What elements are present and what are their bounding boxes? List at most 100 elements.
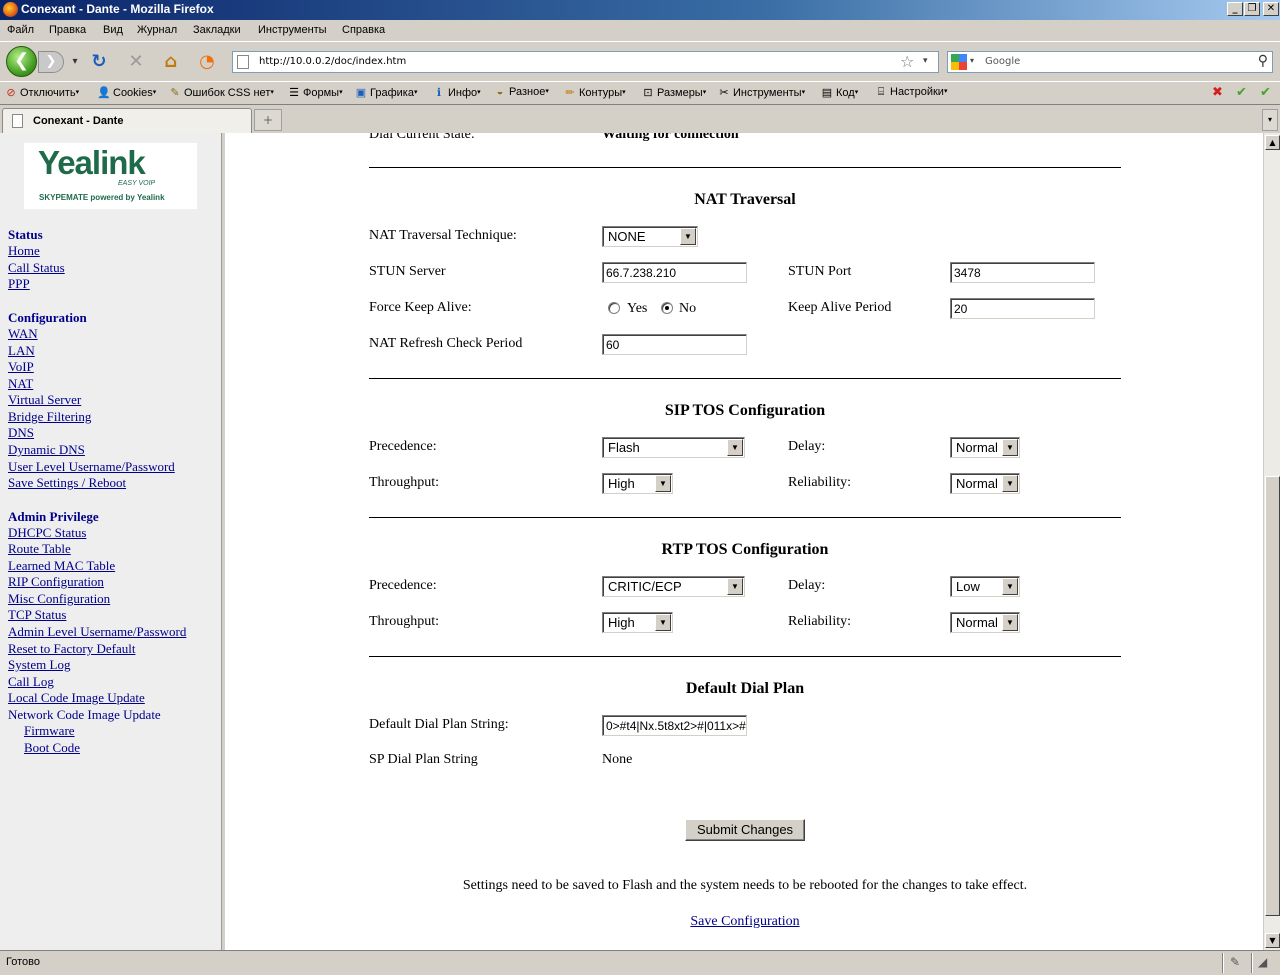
sip-delay-select[interactable]: Normal ▼: [950, 437, 1020, 458]
sip-throughput-select[interactable]: High ▼: [602, 473, 673, 494]
sidebar-link-misc-configuration[interactable]: Misc Configuration: [8, 591, 110, 607]
errors-icon[interactable]: ✖: [1212, 85, 1223, 100]
sidebar-link-route-table[interactable]: Route Table: [8, 541, 71, 557]
devbar-outline[interactable]: ✏ Контуры▾: [563, 86, 625, 99]
sip-precedence-select[interactable]: Flash ▼: [602, 437, 745, 458]
css-valid-icon[interactable]: ✔: [1236, 85, 1247, 100]
sidebar-link-save-reboot[interactable]: Save Settings / Reboot: [8, 475, 126, 491]
address-bar[interactable]: http://10.0.0.2/doc/index.htm ☆ ▾: [232, 51, 939, 73]
devbar-options[interactable]: ⌸ Настройки▾: [874, 86, 948, 99]
devbar-info[interactable]: ℹ Инфо▾: [432, 86, 481, 99]
sidebar-link-dhcpc-status[interactable]: DHCPC Status: [8, 525, 86, 541]
sidebar-link-user-password[interactable]: User Level Username/Password: [8, 459, 175, 475]
devbar-tools[interactable]: ✂ Инструменты▾: [717, 86, 805, 99]
sidebar-link-dns[interactable]: DNS: [8, 425, 34, 441]
devbar-images[interactable]: ▣ Графика▾: [354, 86, 418, 99]
sidebar-link-local-image-update[interactable]: Local Code Image Update: [8, 690, 145, 706]
devbar-forms[interactable]: ☰ Формы▾: [287, 86, 343, 99]
sidebar-link-wan[interactable]: WAN: [8, 326, 38, 342]
sidebar-link-nat[interactable]: NAT: [8, 376, 33, 392]
menu-bookmarks[interactable]: Закладки: [193, 24, 241, 36]
scroll-down-arrow-icon[interactable]: ▼: [1265, 933, 1280, 948]
menu-history[interactable]: Журнал: [137, 24, 177, 36]
devbar-css[interactable]: ✎ Ошибок CSS нет▾: [168, 86, 273, 99]
dropdown-arrow-icon[interactable]: ▼: [727, 439, 743, 456]
menu-tools[interactable]: Инструменты: [258, 24, 327, 36]
rtp-delay-select[interactable]: Low ▼: [950, 576, 1020, 597]
dial-plan-string-input[interactable]: 0>#t4|Nx.5t8xt2>#|011x>#: [602, 715, 747, 736]
dropdown-arrow-icon[interactable]: ▼: [680, 228, 696, 245]
devbar-resize[interactable]: ⊡ Размеры▾: [641, 86, 706, 99]
sidebar-link-factory-reset[interactable]: Reset to Factory Default: [8, 641, 135, 657]
sidebar-link-voip[interactable]: VoIP: [8, 359, 34, 375]
rtp-precedence-select[interactable]: CRITIC/ECP ▼: [602, 576, 745, 597]
force-keepalive-yes-radio[interactable]: [608, 302, 620, 314]
search-input[interactable]: Google: [985, 56, 1020, 67]
menu-edit[interactable]: Правка: [49, 24, 86, 36]
scrollbar-thumb[interactable]: [1265, 476, 1280, 916]
minimize-button[interactable]: _: [1227, 2, 1243, 16]
sidebar-link-lan[interactable]: LAN: [8, 343, 35, 359]
sidebar-link-bridge-filtering[interactable]: Bridge Filtering: [8, 409, 91, 425]
bookmark-star-icon[interactable]: ☆: [900, 52, 914, 71]
dropdown-arrow-icon[interactable]: ▼: [727, 578, 743, 595]
sidebar-link-firmware[interactable]: Firmware: [24, 723, 75, 739]
vertical-scrollbar[interactable]: ▲ ▼: [1263, 133, 1280, 950]
close-button[interactable]: ✕: [1263, 2, 1279, 16]
sidebar-link-ppp[interactable]: PPP: [8, 276, 30, 292]
forward-button[interactable]: ❯: [38, 51, 64, 73]
rss-icon[interactable]: ◔: [196, 52, 218, 74]
html-valid-icon[interactable]: ✔: [1260, 85, 1271, 100]
resize-grip-icon[interactable]: ◢: [1258, 955, 1267, 969]
devbar-misc[interactable]: ◒ Разное▾: [493, 86, 549, 98]
sidebar-link-home[interactable]: Home: [8, 243, 40, 259]
devbar-disable[interactable]: ⊘ Отключить▾: [4, 86, 79, 99]
devbar-source[interactable]: ▤ Код▾: [820, 86, 858, 99]
force-keepalive-no-radio[interactable]: [661, 302, 673, 314]
sip-reliability-select[interactable]: Normal ▼: [950, 473, 1020, 494]
rtp-reliability-select[interactable]: Normal ▼: [950, 612, 1020, 633]
search-icon[interactable]: ⚲: [1258, 53, 1268, 69]
stun-server-input[interactable]: 66.7.238.210: [602, 262, 747, 283]
stun-port-input[interactable]: 3478: [950, 262, 1095, 283]
new-tab-button[interactable]: +: [254, 109, 282, 131]
sidebar-link-tcp-status[interactable]: TCP Status: [8, 607, 66, 623]
sidebar-link-boot-code[interactable]: Boot Code: [24, 740, 80, 756]
sidebar-link-call-status[interactable]: Call Status: [8, 260, 65, 276]
back-button[interactable]: ❮: [6, 46, 37, 77]
reload-icon[interactable]: ↻: [88, 52, 110, 74]
sidebar-link-mac-table[interactable]: Learned MAC Table: [8, 558, 115, 574]
maximize-button[interactable]: ❐: [1244, 2, 1260, 16]
tab-conexant-dante[interactable]: Conexant - Dante: [2, 108, 252, 133]
url-text[interactable]: http://10.0.0.2/doc/index.htm: [259, 56, 406, 67]
menu-help[interactable]: Справка: [342, 24, 385, 36]
home-icon[interactable]: ⌂: [160, 52, 182, 74]
nat-technique-select[interactable]: NONE ▼: [602, 226, 698, 247]
dropdown-arrow-icon[interactable]: ▼: [1002, 475, 1018, 492]
devbar-cookies[interactable]: 👤 Cookies▾: [97, 86, 156, 99]
sidebar-link-virtual-server[interactable]: Virtual Server: [8, 392, 81, 408]
submit-changes-button[interactable]: Submit Changes: [685, 819, 805, 841]
sidebar-link-network-image-update[interactable]: Network Code Image Update: [8, 707, 161, 723]
nat-refresh-input[interactable]: 60: [602, 334, 747, 355]
google-icon[interactable]: [951, 54, 967, 70]
save-configuration-link[interactable]: Save Configuration: [369, 914, 1121, 930]
dropdown-arrow-icon[interactable]: ▼: [1002, 439, 1018, 456]
dropdown-arrow-icon[interactable]: ▼: [1002, 578, 1018, 595]
dropdown-arrow-icon[interactable]: ▼: [655, 614, 671, 631]
sidebar-link-call-log[interactable]: Call Log: [8, 674, 54, 690]
menu-file[interactable]: Файл: [7, 24, 34, 36]
keepalive-period-input[interactable]: 20: [950, 298, 1095, 319]
history-dropdown-icon[interactable]: ▾: [64, 52, 86, 74]
url-dropdown-icon[interactable]: ▾: [923, 56, 928, 66]
sidebar-link-system-log[interactable]: System Log: [8, 657, 70, 673]
search-engine-dropdown-icon[interactable]: ▾: [970, 56, 974, 65]
sidebar-link-rip-configuration[interactable]: RIP Configuration: [8, 574, 104, 590]
sidebar-link-dynamic-dns[interactable]: Dynamic DNS: [8, 442, 85, 458]
dropdown-arrow-icon[interactable]: ▼: [655, 475, 671, 492]
stop-icon[interactable]: ✕: [125, 52, 147, 74]
rtp-throughput-select[interactable]: High ▼: [602, 612, 673, 633]
search-bar[interactable]: ▾ Google ⚲: [947, 51, 1273, 73]
menu-view[interactable]: Вид: [103, 24, 123, 36]
dropdown-arrow-icon[interactable]: ▼: [1002, 614, 1018, 631]
